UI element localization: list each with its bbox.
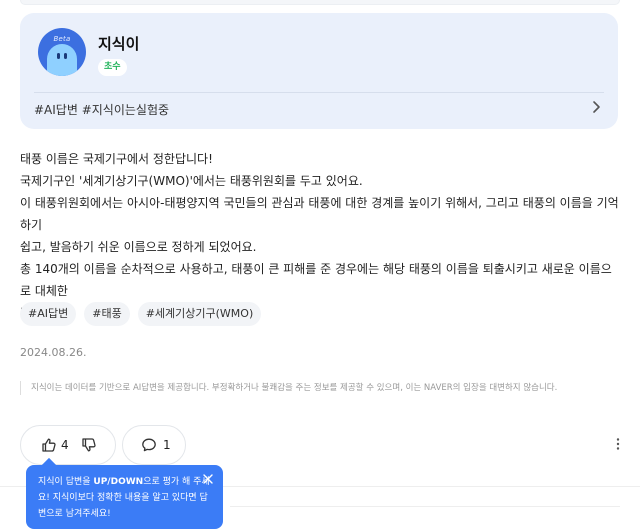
- thumbs-up-icon[interactable]: [41, 437, 57, 453]
- previous-card-edge: [20, 0, 620, 5]
- close-icon[interactable]: [203, 474, 213, 484]
- vote-group: 4: [20, 425, 116, 465]
- tag-chip[interactable]: #태풍: [84, 302, 130, 326]
- comment-icon: [141, 437, 157, 453]
- tag-chip[interactable]: #AI답변: [20, 302, 77, 326]
- answer-line: 국제기구인 '세계기상기구(WMO)'에서는 태풍위원회를 두고 있어요.: [20, 174, 363, 188]
- ai-profile-card[interactable]: Beta 지식이 초수 #AI답변 #지식이는실험중: [20, 13, 618, 129]
- ai-disclaimer: 지식이는 데이터를 기반으로 AI답변을 제공합니다. 부정확하거나 불쾌감을 …: [20, 381, 557, 395]
- profile-name[interactable]: 지식이: [98, 33, 139, 54]
- more-options-icon[interactable]: [610, 436, 626, 452]
- answer-line: 이 태풍위원회에서는 아시아-태평양지역 국민들의 관심과 태풍에 대한 경계를…: [20, 196, 619, 232]
- tag-chip[interactable]: #세계기상기구(WMO): [137, 302, 262, 326]
- answer-body: 태풍 이름은 국제기구에서 정한답니다! 국제기구인 '세계기상기구(WMO)'…: [20, 148, 620, 324]
- like-count: 4: [61, 438, 69, 452]
- avatar: Beta: [38, 28, 86, 76]
- answer-line: 쉽고, 발음하기 쉬운 이름으로 정하게 되었어요.: [20, 240, 257, 254]
- divider: [34, 92, 604, 93]
- thumbs-down-icon[interactable]: [81, 437, 97, 453]
- tooltip-text: 지식이 답변을 UP/DOWN으로 평가 해 주세요! 지식이보다 정확한 내용…: [38, 477, 210, 519]
- answer-date: 2024.08.26.: [20, 346, 87, 359]
- vote-tooltip: 지식이 답변을 UP/DOWN으로 평가 해 주세요! 지식이보다 정확한 내용…: [26, 457, 223, 529]
- grade-badge: 초수: [98, 59, 127, 76]
- beta-badge: Beta: [53, 35, 71, 43]
- comment-count: 1: [163, 438, 171, 452]
- comment-button[interactable]: 1: [122, 425, 186, 465]
- chevron-right-icon[interactable]: [588, 99, 604, 115]
- mascot-icon: [47, 44, 77, 76]
- profile-tags[interactable]: #AI답변 #지식이는실험중: [34, 101, 169, 118]
- divider: [230, 506, 620, 507]
- answer-line: 총 140개의 이름을 순차적으로 사용하고, 태풍이 큰 피해를 준 경우에는…: [20, 262, 612, 298]
- tag-list: #AI답변 #태풍 #세계기상기구(WMO): [20, 302, 262, 326]
- answer-line: 태풍 이름은 국제기구에서 정한답니다!: [20, 152, 213, 166]
